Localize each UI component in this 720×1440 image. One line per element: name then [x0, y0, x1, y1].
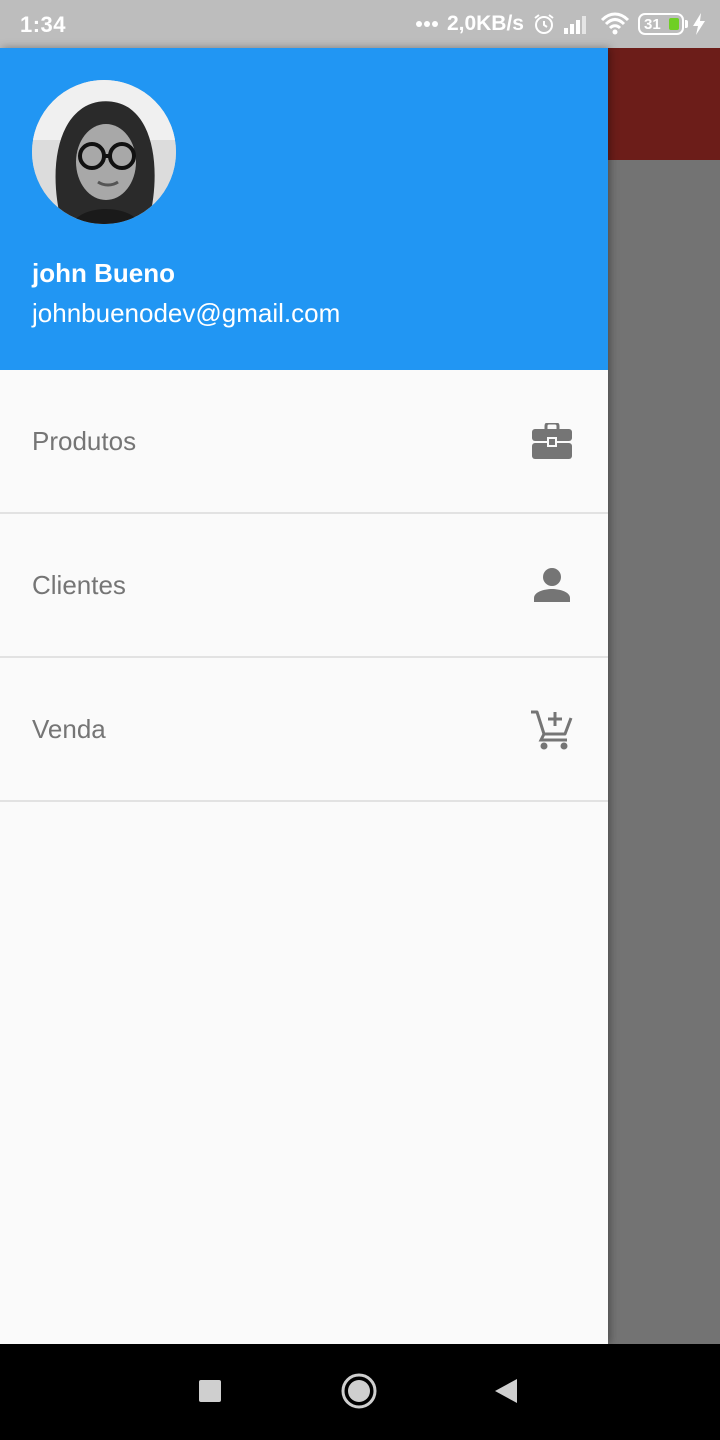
drawer-item-label: Clientes — [32, 569, 126, 600]
drawer-item-venda[interactable]: Venda — [0, 658, 608, 802]
drawer-scrim[interactable] — [608, 160, 720, 1344]
signal-icon — [564, 14, 592, 34]
wifi-icon — [600, 12, 630, 36]
drawer-item-produtos[interactable]: Produtos — [0, 370, 608, 514]
drawer-menu: Produtos Clientes Venda — [0, 370, 608, 802]
dots-icon — [415, 20, 439, 28]
add-shopping-cart-icon — [530, 707, 574, 751]
status-icons: 2,0KB/s 31 — [415, 10, 706, 38]
status-time: 1:34 — [20, 12, 67, 37]
person-icon — [530, 563, 574, 607]
navigation-drawer: john Bueno johnbuenodev@gmail.com Produt… — [0, 48, 608, 1344]
drawer-item-clientes[interactable]: Clientes — [0, 514, 608, 658]
background-app-bar — [608, 48, 720, 160]
drawer-header: john Bueno johnbuenodev@gmail.com — [0, 48, 608, 370]
drawer-item-label: Produtos — [32, 425, 137, 456]
circle-icon — [340, 1372, 378, 1415]
account-name: john Bueno — [32, 258, 175, 288]
account-email: johnbuenodev@gmail.com — [32, 298, 341, 328]
system-nav-bar — [0, 1344, 720, 1440]
network-speed: 2,0KB/s — [446, 12, 524, 35]
back-triangle-icon — [493, 1377, 519, 1410]
battery-icon: 31 — [638, 13, 688, 35]
avatar[interactable] — [32, 80, 176, 224]
recents-button[interactable] — [185, 1368, 235, 1418]
briefcase-icon — [530, 419, 574, 463]
home-button[interactable] — [334, 1368, 384, 1418]
charging-icon — [692, 13, 706, 35]
drawer-item-label: Venda — [32, 713, 106, 744]
back-button[interactable] — [481, 1368, 531, 1418]
alarm-icon — [532, 12, 556, 36]
status-bar: 1:34 2,0KB/s 31 — [0, 0, 720, 48]
battery-level: 31 — [644, 15, 661, 33]
square-icon — [198, 1379, 222, 1408]
